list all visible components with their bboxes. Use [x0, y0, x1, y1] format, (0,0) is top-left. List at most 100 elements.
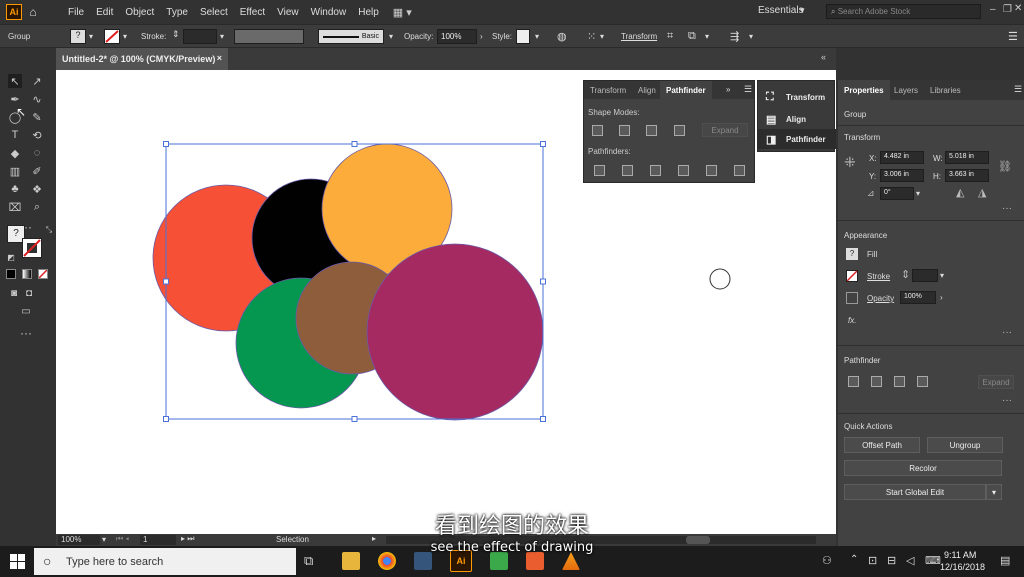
- dock-align[interactable]: ▤ Align: [758, 109, 836, 129]
- opacity-input[interactable]: 100%: [900, 291, 936, 304]
- stepper-icon[interactable]: ⇕: [172, 29, 180, 40]
- workspace-switcher[interactable]: Essentials: [758, 5, 804, 16]
- collapse-panels-icon[interactable]: «: [821, 52, 826, 62]
- selection-handle[interactable]: [163, 278, 169, 285]
- rotate-angle-input[interactable]: 0°: [880, 187, 914, 200]
- direct-selection-tool-icon[interactable]: ↗: [30, 74, 44, 88]
- chevron-down-icon[interactable]: ▾: [940, 271, 944, 280]
- fx-effects-icon[interactable]: fx.: [848, 316, 856, 325]
- pathfinder-expand-button[interactable]: Expand: [978, 375, 1014, 389]
- variable-width-profile[interactable]: [234, 29, 304, 44]
- panel-menu-icon[interactable]: ☰: [1014, 84, 1022, 95]
- artboard-tool-icon[interactable]: ⌧: [8, 200, 22, 214]
- merge-icon[interactable]: [650, 165, 661, 176]
- app-logo[interactable]: Ai: [6, 4, 22, 20]
- stroke-color-icon[interactable]: [22, 238, 42, 258]
- tab-properties[interactable]: Properties: [838, 80, 890, 100]
- chevron-down-icon[interactable]: ▾: [389, 32, 393, 41]
- y-input[interactable]: 3.006 in: [880, 169, 924, 182]
- stroke-weight-input[interactable]: [183, 29, 217, 44]
- intersect-icon[interactable]: [894, 376, 905, 387]
- chevron-down-icon[interactable]: ▾: [986, 484, 1002, 500]
- unite-icon[interactable]: [848, 376, 859, 387]
- opacity-input[interactable]: 100%: [437, 29, 477, 44]
- curvature-tool-icon[interactable]: ∿: [30, 92, 44, 106]
- windows-start-icon[interactable]: [10, 554, 25, 569]
- chevron-down-icon[interactable]: ▾: [800, 5, 805, 16]
- dock-pathfinder[interactable]: ◨ Pathfinder: [758, 129, 836, 149]
- selection-handle[interactable]: [540, 278, 546, 285]
- divide-icon[interactable]: [594, 165, 605, 176]
- document-tab[interactable]: Untitled-2* @ 100% (CMYK/Preview) ×: [56, 48, 228, 70]
- selection-handle[interactable]: [163, 141, 169, 147]
- volume-icon[interactable]: ◁: [906, 554, 914, 567]
- exclude-icon[interactable]: [917, 376, 928, 387]
- symbol-sprayer-tool-icon[interactable]: ❖: [30, 182, 44, 196]
- gradient-mode-icon[interactable]: [22, 269, 32, 279]
- rotate-tool-icon[interactable]: ⟲: [30, 128, 44, 142]
- lasso-tool-icon[interactable]: ◌: [30, 146, 44, 160]
- shape-builder-tool-icon[interactable]: ♣: [8, 182, 22, 196]
- magenta-circle[interactable]: [366, 243, 544, 421]
- menu-window[interactable]: Window: [305, 7, 353, 18]
- width-input[interactable]: 5.018 in: [945, 151, 989, 164]
- transform-link[interactable]: Transform: [621, 32, 657, 41]
- edit-toolbar-icon[interactable]: ···: [19, 326, 33, 340]
- tab-pathfinder[interactable]: Pathfinder: [660, 81, 712, 99]
- tray-app-icon[interactable]: ⊡: [868, 554, 877, 567]
- selection-handle[interactable]: [540, 141, 546, 147]
- home-icon[interactable]: ⌂: [22, 5, 44, 19]
- graphic-style-swatch[interactable]: [516, 29, 530, 44]
- offset-path-button[interactable]: Offset Path: [844, 437, 920, 453]
- panel-menu-icon[interactable]: ☰: [744, 84, 752, 95]
- none-mode-icon[interactable]: [38, 269, 48, 279]
- chevron-down-icon[interactable]: ▾: [600, 32, 604, 41]
- stepper-icon[interactable]: ⇕: [901, 268, 910, 281]
- crop-icon[interactable]: [678, 165, 689, 176]
- gradient-tool-icon[interactable]: ▥: [8, 164, 22, 178]
- notifications-icon[interactable]: ▤: [1000, 554, 1010, 567]
- menu-effect[interactable]: Effect: [234, 7, 271, 18]
- stroke-weight-input[interactable]: [912, 269, 938, 282]
- arrange-documents-icon[interactable]: ▦ ▾: [393, 6, 419, 19]
- tab-transform[interactable]: Transform: [584, 81, 632, 99]
- stroke-swatch[interactable]: [104, 29, 120, 44]
- constrain-proportions-icon[interactable]: ⛓: [998, 160, 1012, 173]
- height-input[interactable]: 3.663 in: [945, 169, 989, 182]
- chevron-down-icon[interactable]: ▾: [89, 32, 93, 41]
- clock-date[interactable]: 12/16/2018: [940, 562, 985, 572]
- chevron-down-icon[interactable]: ▾: [705, 32, 709, 41]
- pen-tool-icon[interactable]: ✒: [8, 92, 22, 106]
- stroke-label[interactable]: Stroke: [867, 272, 890, 281]
- chevron-down-icon[interactable]: ▾: [916, 189, 920, 198]
- outline-icon[interactable]: [706, 165, 717, 176]
- ungroup-button[interactable]: Ungroup: [927, 437, 1003, 453]
- start-global-edit-button[interactable]: Start Global Edit: [844, 484, 986, 500]
- distribute-icon[interactable]: ⇶: [730, 30, 739, 43]
- selection-tool-icon[interactable]: ↖: [8, 74, 22, 88]
- reference-point-icon[interactable]: ⁜: [844, 154, 856, 171]
- minus-front-icon[interactable]: [871, 376, 882, 387]
- exclude-icon[interactable]: [674, 125, 685, 136]
- control-bar-menu-icon[interactable]: ☰: [1008, 30, 1018, 43]
- paintbrush-tool-icon[interactable]: ✎: [30, 110, 44, 124]
- menu-view[interactable]: View: [271, 7, 305, 18]
- menu-type[interactable]: Type: [160, 7, 194, 18]
- chevron-down-icon[interactable]: ▾: [749, 32, 753, 41]
- recolor-button[interactable]: Recolor: [844, 460, 1002, 476]
- close-tab-icon[interactable]: ×: [217, 53, 222, 63]
- menu-select[interactable]: Select: [194, 7, 234, 18]
- trim-icon[interactable]: [622, 165, 633, 176]
- selection-handle[interactable]: [351, 141, 358, 147]
- draw-behind-icon[interactable]: ◘: [22, 286, 36, 300]
- adobe-stock-search[interactable]: ⌕ Search Adobe Stock: [826, 4, 981, 19]
- transform-again-icon[interactable]: ⧉: [688, 30, 696, 43]
- chevron-right-icon[interactable]: ›: [480, 32, 483, 41]
- network-icon[interactable]: ⊟: [887, 554, 896, 567]
- menu-edit[interactable]: Edit: [90, 7, 119, 18]
- default-colors-icon[interactable]: ◩: [4, 250, 18, 264]
- fill-swatch[interactable]: ?: [70, 29, 86, 44]
- people-icon[interactable]: ⚇: [822, 554, 832, 567]
- chevron-up-icon[interactable]: ⌃: [850, 554, 858, 565]
- selection-handle[interactable]: [540, 416, 546, 422]
